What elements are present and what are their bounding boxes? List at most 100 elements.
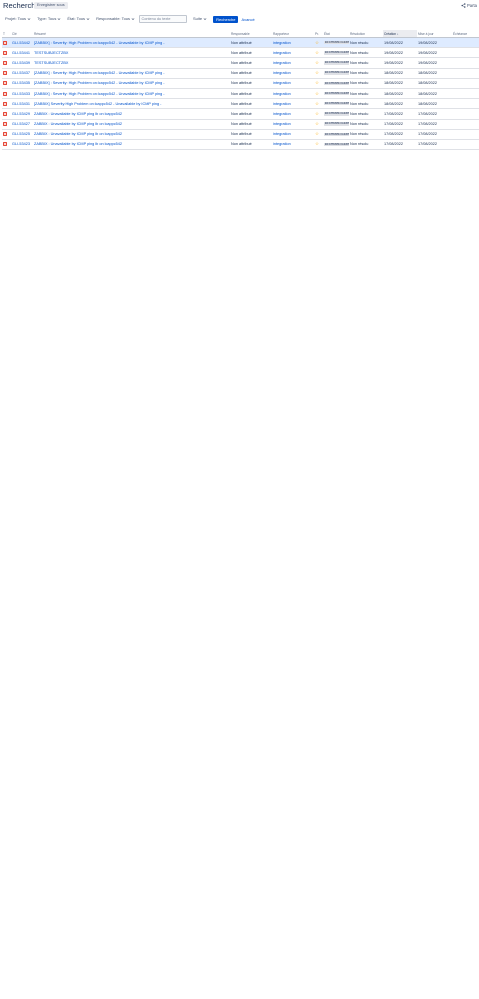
share-icon bbox=[461, 3, 466, 8]
issue-key-link[interactable]: GLI-53423 bbox=[12, 142, 30, 146]
type-cell bbox=[2, 68, 11, 79]
state-cell: EN ATTENTE CLIENT bbox=[323, 139, 349, 151]
issue-key-link[interactable]: GLI-53431 bbox=[12, 102, 30, 106]
table-row[interactable]: GLI-53423 ZABBIX : Unavailable by ICMP pi… bbox=[2, 139, 479, 151]
updated-cell: 17/08/2022 bbox=[417, 119, 452, 130]
col-reporter[interactable]: Rapporteur bbox=[272, 30, 314, 38]
col-state[interactable]: État bbox=[323, 30, 349, 38]
state-cell: EN ATTENTE CLIENT bbox=[323, 37, 349, 49]
reporter-link[interactable]: integration bbox=[273, 132, 291, 136]
issue-summary-link[interactable]: [ZABBIX] Severity:High Problem on:lcappc… bbox=[34, 102, 161, 106]
resolution-cell: Non résolu bbox=[349, 119, 383, 130]
issue-key-link[interactable]: GLI-53437 bbox=[12, 71, 30, 75]
issue-summary-link[interactable]: [ZABBIX] : Severity: High Problem on:lca… bbox=[34, 41, 165, 45]
resolution-cell: Non résolu bbox=[349, 98, 383, 110]
search-button[interactable]: Recherche bbox=[213, 15, 239, 23]
reporter-link[interactable]: integration bbox=[273, 81, 291, 85]
table-row[interactable]: GLI-53437 [ZABBIX] : Severity: High Probl… bbox=[2, 68, 479, 79]
table-row[interactable]: GLI-53425 ZABBIX : Unavailable by ICMP pi… bbox=[2, 129, 479, 140]
state-cell: EN ATTENTE CLIENT bbox=[323, 129, 349, 140]
issues-table: T Clé Résumé Responsable Rapporteur Pr. … bbox=[2, 30, 479, 151]
col-due[interactable]: Échéance bbox=[452, 30, 479, 38]
issue-summary-link[interactable]: ZABBIX : Unavailable by ICMP ping lb on … bbox=[34, 142, 122, 146]
issue-summary-link[interactable]: TESTSUBJECTZBX bbox=[34, 61, 68, 65]
chevron-down-icon bbox=[57, 18, 61, 20]
issue-key-link[interactable]: GLI-53442 bbox=[12, 41, 30, 45]
bug-icon bbox=[3, 81, 7, 86]
resolution-cell: Non résolu bbox=[349, 88, 383, 100]
issue-key-link[interactable]: GLI-53425 bbox=[12, 132, 30, 136]
created-cell: 18/08/2022 bbox=[383, 98, 417, 110]
reporter-link[interactable]: integration bbox=[273, 142, 291, 146]
reporter-link[interactable]: integration bbox=[273, 51, 291, 55]
more-filters-button[interactable]: Suite bbox=[191, 15, 209, 23]
issue-key-link[interactable]: GLI-53439 bbox=[12, 61, 30, 65]
project-filter-label: Projet: Tous bbox=[5, 16, 27, 21]
due-cell bbox=[452, 57, 479, 69]
issue-summary-link[interactable]: [ZABBIX] : Severity: High Problem on:lca… bbox=[34, 81, 165, 85]
col-resolution[interactable]: Résolution bbox=[349, 30, 383, 38]
col-summary[interactable]: Résumé bbox=[33, 30, 230, 38]
key-cell: GLI-53435 bbox=[11, 78, 33, 89]
reporter-link[interactable]: integration bbox=[273, 112, 291, 116]
updated-cell: 18/08/2022 bbox=[417, 78, 452, 89]
table-row[interactable]: GLI-53431 [ZABBIX] Severity:High Problem … bbox=[2, 98, 479, 110]
table-row[interactable]: GLI-53441 TESTSUBJECTZBX Non attribué integ… bbox=[2, 47, 479, 59]
col-assignee[interactable]: Responsable bbox=[230, 30, 272, 38]
issue-summary-link[interactable]: ZABBIX : Unavailable by ICMP ping lb on … bbox=[34, 112, 122, 116]
key-cell: GLI-53437 bbox=[11, 68, 33, 79]
issue-key-link[interactable]: GLI-53433 bbox=[12, 92, 30, 96]
reporter-link[interactable]: integration bbox=[273, 102, 291, 106]
reporter-link[interactable]: integration bbox=[273, 61, 291, 65]
state-filter[interactable]: État: Tous bbox=[65, 15, 92, 23]
status-badge: EN ATTENTE CLIENT bbox=[324, 40, 349, 45]
issue-summary-link[interactable]: ZABBIX : Unavailable by ICMP ping lb on … bbox=[34, 122, 122, 126]
table-row[interactable]: GLI-53435 [ZABBIX] : Severity: High Probl… bbox=[2, 78, 479, 89]
issue-key-link[interactable]: GLI-53441 bbox=[12, 51, 30, 55]
star-icon: ☆ bbox=[315, 141, 319, 147]
reporter-link[interactable]: integration bbox=[273, 122, 291, 126]
col-updated[interactable]: Mise à jour bbox=[417, 30, 452, 38]
table-row[interactable]: GLI-53429 ZABBIX : Unavailable by ICMP pi… bbox=[2, 108, 479, 120]
summary-cell: [ZABBIX] : Severity: High Problem on:lca… bbox=[33, 68, 230, 79]
assignee-filter[interactable]: Responsable: Tous bbox=[94, 15, 137, 23]
status-badge: EN ATTENTE CLIENT bbox=[324, 112, 349, 116]
updated-cell: 18/08/2022 bbox=[417, 68, 452, 79]
type-cell bbox=[2, 98, 11, 110]
issue-summary-link[interactable]: [ZABBIX] : Severity: High Problem on:lca… bbox=[34, 92, 165, 96]
issue-key-link[interactable]: GLI-53429 bbox=[12, 112, 30, 116]
due-cell bbox=[452, 88, 479, 100]
key-cell: GLI-53433 bbox=[11, 88, 33, 100]
save-as-button[interactable]: Enregistrer sous bbox=[34, 1, 68, 9]
reporter-cell: integration bbox=[272, 139, 314, 151]
summary-cell: ZABBIX : Unavailable by ICMP ping lb on … bbox=[33, 119, 230, 130]
due-cell bbox=[452, 37, 479, 49]
type-filter[interactable]: Type: Tous bbox=[35, 15, 63, 23]
table-row[interactable]: GLI-53439 TESTSUBJECTZBX Non attribué integ… bbox=[2, 57, 479, 69]
assignee-cell: Non attribué bbox=[230, 47, 272, 59]
reporter-link[interactable]: integration bbox=[273, 41, 291, 45]
issue-key-link[interactable]: GLI-53427 bbox=[12, 122, 30, 126]
issue-summary-link[interactable]: ZABBIX : Unavailable by ICMP ping lb on … bbox=[34, 132, 122, 136]
issue-summary-link[interactable]: TESTSUBJECTZBX bbox=[34, 51, 68, 55]
key-cell: GLI-53439 bbox=[11, 57, 33, 69]
reporter-link[interactable]: integration bbox=[273, 92, 291, 96]
col-type[interactable]: T bbox=[2, 30, 11, 38]
reporter-cell: integration bbox=[272, 98, 314, 110]
col-key[interactable]: Clé bbox=[11, 30, 33, 38]
issue-key-link[interactable]: GLI-53435 bbox=[12, 81, 30, 85]
table-row[interactable]: GLI-53433 [ZABBIX] : Severity: High Probl… bbox=[2, 88, 479, 100]
text-search-input[interactable]: Contenu du texte bbox=[139, 15, 188, 23]
project-filter[interactable]: Projet: Tous bbox=[3, 15, 33, 23]
reporter-link[interactable]: integration bbox=[273, 71, 291, 75]
col-created[interactable]: Création ↓ bbox=[383, 30, 417, 38]
due-cell bbox=[452, 129, 479, 140]
table-row[interactable]: GLI-53442 [ZABBIX] : Severity: High Probl… bbox=[2, 37, 479, 49]
star-icon: ☆ bbox=[315, 110, 319, 116]
priority-cell: ☆ bbox=[314, 68, 323, 79]
table-row[interactable]: GLI-53427 ZABBIX : Unavailable by ICMP pi… bbox=[2, 119, 479, 130]
col-priority[interactable]: Pr. bbox=[314, 30, 323, 38]
issue-summary-link[interactable]: [ZABBIX] : Severity: High Problem on:lca… bbox=[34, 71, 165, 75]
advanced-search-link[interactable]: Avancé bbox=[241, 17, 254, 22]
share-button[interactable]: Parta bbox=[461, 3, 477, 8]
